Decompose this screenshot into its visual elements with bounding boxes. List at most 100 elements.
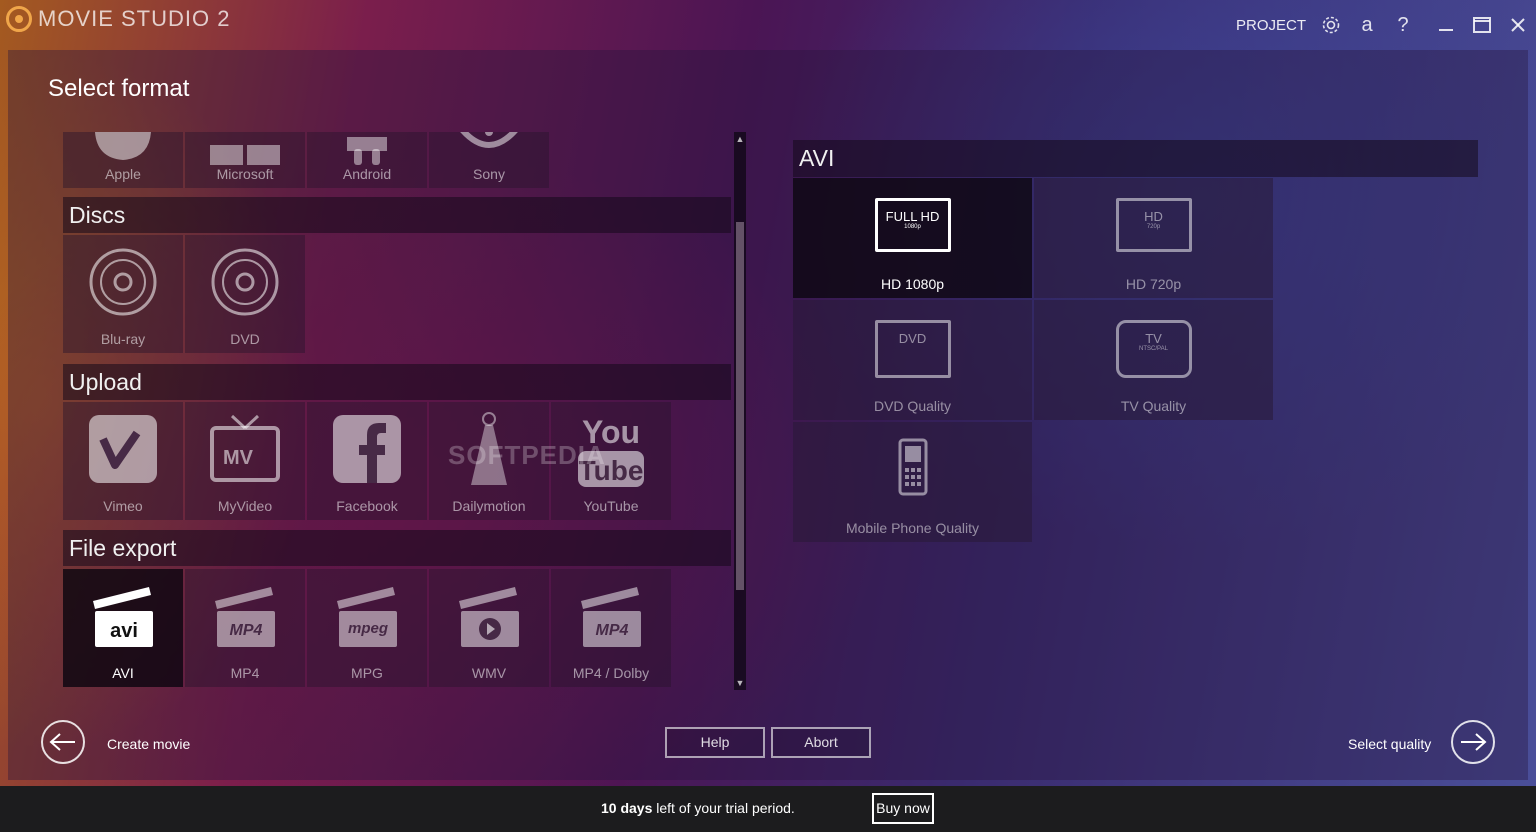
tile-label: Apple <box>105 166 141 182</box>
quality-label: Mobile Phone Quality <box>845 520 980 536</box>
facebook-icon <box>332 414 402 484</box>
next-label[interactable]: Select quality <box>1348 736 1431 752</box>
tile-vimeo[interactable]: Vimeo <box>63 402 183 520</box>
main-panel: Select format Apple Microsoft Android So… <box>8 50 1528 780</box>
help-icon[interactable]: ? <box>1392 14 1414 36</box>
tile-label: AVI <box>112 665 134 681</box>
tile-label: WMV <box>471 665 507 681</box>
back-button[interactable] <box>41 720 85 764</box>
film-reel-icon <box>6 6 32 32</box>
quality-tile-hd720[interactable]: HD 720p HD 720p <box>1034 178 1273 298</box>
monitor-icon: FULL HD 1080p <box>874 198 951 252</box>
quality-panel: AVI FULL HD 1080p HD 1080p HD 720p HD 720p… <box>793 140 1479 542</box>
tile-wmv[interactable]: WMV <box>429 569 549 687</box>
tile-label: MP4 / Dolby <box>572 665 650 681</box>
tile-mpg[interactable]: mpeg MPG <box>307 569 427 687</box>
account-icon[interactable]: a <box>1356 14 1378 36</box>
devices-row: Apple Microsoft Android Sony <box>63 132 551 188</box>
trial-bar: 10 days left of your trial period. Buy n… <box>0 786 1536 832</box>
file-export-row: avi AVI MP4 MP4 mpeg MPG WMV MP4 MP4 / D… <box>63 569 673 687</box>
tv-icon: TV NTSC/PAL <box>1115 320 1192 378</box>
monitor-subtext: NTSC/PAL <box>1139 346 1168 352</box>
monitor-text: DVD <box>898 331 927 346</box>
tile-dvd[interactable]: DVD <box>185 235 305 353</box>
minimize-button[interactable] <box>1428 12 1464 38</box>
quality-label: HD 720p <box>1125 276 1182 292</box>
clapperboard-icon <box>454 581 524 651</box>
abort-button[interactable]: Abort <box>771 727 871 758</box>
discs-row: Blu-ray DVD <box>63 235 307 353</box>
tile-label: Facebook <box>336 498 398 514</box>
scroll-down-arrow-icon[interactable]: ▼ <box>734 676 746 690</box>
tile-label: MP4 <box>230 665 260 681</box>
category-header-file-export: File export <box>63 530 731 566</box>
help-button[interactable]: Help <box>665 727 765 758</box>
app-logo: MOVIE STUDIO 2 <box>6 6 230 32</box>
quality-tile-hd1080[interactable]: FULL HD 1080p HD 1080p <box>793 178 1032 298</box>
gear-icon[interactable] <box>1320 14 1342 36</box>
quality-tile-tv[interactable]: TV NTSC/PAL TV Quality <box>1034 300 1273 420</box>
quality-label: DVD Quality <box>873 398 952 414</box>
quality-label: TV Quality <box>1120 398 1187 414</box>
close-button[interactable] <box>1500 12 1536 38</box>
format-category-list: Apple Microsoft Android Sony Discs Blu-r… <box>63 132 733 690</box>
category-header-upload: Upload <box>63 364 731 400</box>
scroll-up-arrow-icon[interactable]: ▲ <box>734 132 746 146</box>
tile-label: Blu-ray <box>100 331 146 347</box>
tile-facebook[interactable]: Facebook <box>307 402 427 520</box>
next-button[interactable] <box>1451 720 1495 764</box>
monitor-text: TV <box>1145 331 1162 346</box>
mp4-icon-text: MP4 <box>230 622 263 639</box>
quality-tile-mobile[interactable]: Mobile Phone Quality <box>793 422 1032 542</box>
trial-message: 10 days left of your trial period. <box>601 800 795 816</box>
tile-label: YouTube <box>583 498 639 514</box>
page-title: Select format <box>48 75 190 102</box>
format-header: AVI <box>793 140 1478 177</box>
clapperboard-icon: avi <box>88 581 158 651</box>
scrollbar-thumb[interactable] <box>736 222 744 590</box>
arrow-left-icon <box>49 733 75 751</box>
tile-android[interactable]: Android <box>307 132 427 188</box>
arrow-right-icon <box>1461 733 1487 751</box>
app-logo-text: MOVIE STUDIO 2 <box>38 6 231 31</box>
watermark: SOFTPEDIA <box>448 440 606 470</box>
clapperboard-icon: mpeg <box>332 581 402 651</box>
tile-apple[interactable]: Apple <box>63 132 183 188</box>
tile-sony[interactable]: Sony <box>429 132 549 188</box>
category-header-discs: Discs <box>63 197 731 233</box>
avi-icon-text: avi <box>110 620 138 642</box>
clapperboard-icon: MP4 <box>576 581 646 651</box>
buy-now-button[interactable]: Buy now <box>872 793 934 824</box>
back-label[interactable]: Create movie <box>107 736 190 752</box>
monitor-icon: HD 720p <box>1115 198 1192 252</box>
mv-icon-text: MV <box>223 447 254 469</box>
tile-mp4[interactable]: MP4 MP4 <box>185 569 305 687</box>
dvd-player-icon: DVD <box>874 320 951 378</box>
monitor-text: HD <box>1144 209 1163 224</box>
quality-tile-dvd[interactable]: DVD DVD Quality <box>793 300 1032 420</box>
project-menu[interactable]: PROJECT <box>1236 17 1306 34</box>
tile-label: Sony <box>473 166 505 182</box>
trial-days: 10 days <box>601 800 653 816</box>
tile-label: MPG <box>351 665 383 681</box>
disc-icon <box>210 247 280 317</box>
tile-label: MyVideo <box>217 498 273 514</box>
tile-avi[interactable]: avi AVI <box>63 569 183 687</box>
monitor-subtext: 1080p <box>904 224 921 230</box>
mpeg-icon-text: mpeg <box>348 620 388 637</box>
tile-label: DVD <box>230 331 260 347</box>
vertical-scrollbar[interactable]: ▲ ▼ <box>734 132 746 690</box>
tile-label: Dailymotion <box>452 498 526 514</box>
title-bar: MOVIE STUDIO 2 PROJECT a ? <box>0 0 1536 50</box>
tv-icon: MV <box>210 414 280 484</box>
tile-microsoft[interactable]: Microsoft <box>185 132 305 188</box>
monitor-text: FULL HD <box>885 209 940 224</box>
tile-bluray[interactable]: Blu-ray <box>63 235 183 353</box>
tile-myvideo[interactable]: MV MyVideo <box>185 402 305 520</box>
mp4-dolby-icon-text: MP4 <box>596 622 629 639</box>
tile-mp4-dolby[interactable]: MP4 MP4 / Dolby <box>551 569 671 687</box>
monitor-subtext: 720p <box>1146 224 1161 230</box>
maximize-button[interactable] <box>1464 12 1500 38</box>
disc-icon <box>88 247 158 317</box>
vimeo-icon <box>88 414 158 484</box>
